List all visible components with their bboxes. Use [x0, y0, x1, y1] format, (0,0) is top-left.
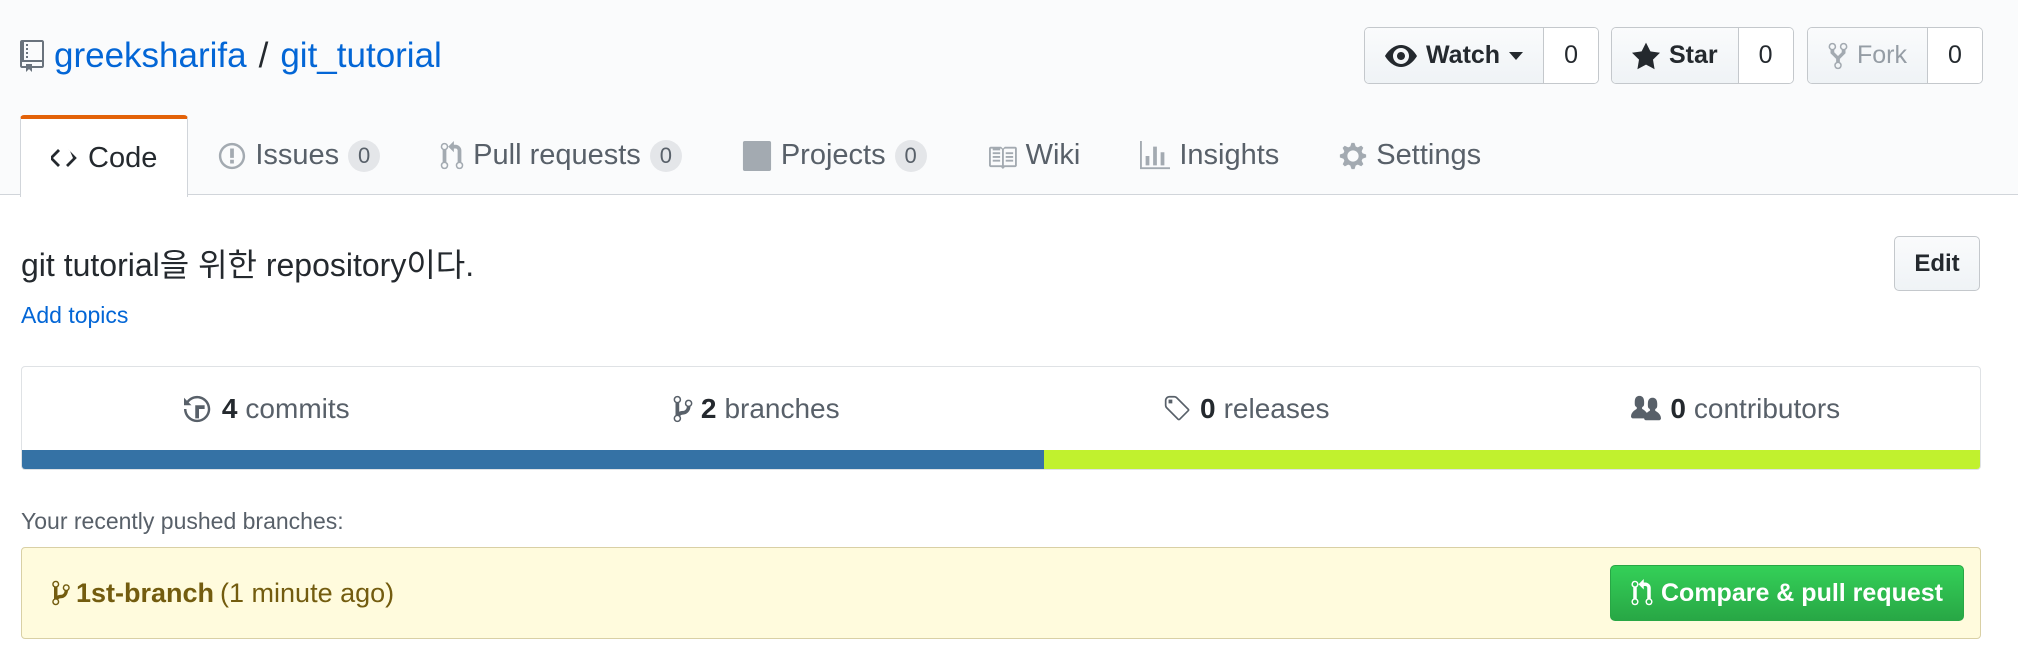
star-action: Star 0	[1611, 27, 1794, 84]
language-segment[interactable]	[1044, 450, 1980, 469]
caret-down-icon	[1509, 51, 1524, 60]
organization-icon	[1630, 394, 1662, 424]
fork-button-group: Fork 0	[1807, 27, 1983, 84]
tab-wiki[interactable]: Wiki	[957, 115, 1111, 196]
tab-issues-label: Issues	[255, 139, 340, 171]
tab-projects-counter: 0	[894, 139, 927, 172]
fork-action: Fork 0	[1807, 27, 1983, 84]
watch-button-group: Watch 0	[1364, 27, 1599, 84]
issue-opened-icon	[218, 141, 246, 171]
tab-pull-requests-counter: 0	[649, 139, 682, 172]
tab-issues-counter: 0	[348, 139, 381, 172]
tag-icon	[1162, 394, 1192, 424]
branches-label: branches	[724, 392, 840, 424]
branches-count: 2	[700, 392, 717, 424]
history-icon	[183, 394, 214, 424]
recent-branch-banner: 1st-branch (1 minute ago) Compare & pull…	[21, 547, 1981, 639]
recent-branch-name[interactable]: 1st-branch	[76, 578, 214, 609]
tab-code[interactable]: Code	[20, 115, 189, 197]
add-topics-link[interactable]: Add topics	[21, 302, 128, 329]
star-button-group: Star 0	[1611, 27, 1794, 84]
repo-owner-link[interactable]: greeksharifa	[54, 36, 247, 76]
tab-settings-label: Settings	[1376, 139, 1482, 171]
watch-count[interactable]: 0	[1544, 28, 1598, 83]
repo-title: greeksharifa / git_tutorial	[20, 34, 442, 78]
fork-label: Fork	[1857, 41, 1907, 69]
git-branch-icon	[52, 579, 70, 607]
tab-projects-label: Projects	[780, 139, 886, 171]
graph-icon	[1140, 140, 1171, 171]
tab-issues[interactable]: Issues 0	[188, 115, 410, 196]
fork-count[interactable]: 0	[1928, 28, 1982, 83]
tab-code-label: Code	[88, 141, 158, 174]
tab-pull-requests-label: Pull requests	[473, 139, 641, 171]
commits-link[interactable]: 4 commits	[22, 367, 512, 450]
star-icon	[1632, 42, 1660, 70]
eye-icon	[1385, 44, 1417, 67]
numbers-summary: 4 commits 2 branches 0 releases 0 contri…	[21, 366, 1981, 470]
watch-button[interactable]: Watch	[1365, 28, 1545, 83]
repo-name-link[interactable]: git_tutorial	[280, 36, 441, 76]
tab-projects[interactable]: Projects 0	[712, 115, 957, 196]
tab-insights[interactable]: Insights	[1110, 115, 1309, 196]
star-button[interactable]: Star	[1612, 28, 1739, 83]
git-pull-request-icon	[1631, 579, 1653, 607]
gear-icon	[1339, 141, 1367, 171]
fork-button[interactable]: Fork	[1808, 28, 1928, 83]
compare-pull-request-button[interactable]: Compare & pull request	[1610, 565, 1964, 621]
recent-branch-info: 1st-branch (1 minute ago)	[52, 548, 394, 638]
contributors-label: contributors	[1693, 392, 1841, 424]
tab-settings[interactable]: Settings	[1309, 115, 1511, 196]
tab-pull-requests[interactable]: Pull requests 0	[410, 115, 712, 196]
project-icon	[742, 140, 772, 171]
numbers-summary-row: 4 commits 2 branches 0 releases 0 contri…	[22, 367, 1980, 450]
book-icon	[987, 143, 1017, 169]
commits-label: commits	[245, 392, 350, 424]
watch-label: Watch	[1426, 41, 1501, 69]
git-branch-icon	[673, 394, 693, 424]
contributors-link[interactable]: 0 contributors	[1491, 367, 1981, 450]
releases-label: releases	[1223, 392, 1330, 424]
compare-pull-request-label: Compare & pull request	[1661, 578, 1943, 607]
commits-count: 4	[221, 392, 238, 424]
tab-wiki-label: Wiki	[1025, 139, 1081, 171]
star-count[interactable]: 0	[1738, 28, 1793, 83]
recent-branch-time: (1 minute ago)	[220, 577, 395, 608]
edit-description-button[interactable]: Edit	[1894, 236, 1980, 291]
watch-action: Watch 0	[1364, 27, 1599, 84]
repo-description: git tutorial을 위한 repository이다.	[21, 247, 475, 283]
repo-nav-tabs: Code Issues 0 Pull requests 0 Projects 0	[20, 115, 1511, 197]
code-icon	[51, 147, 79, 169]
branches-link[interactable]: 2 branches	[512, 367, 1002, 450]
releases-count: 0	[1200, 392, 1216, 424]
releases-link[interactable]: 0 releases	[1001, 367, 1491, 450]
repository-language-bar[interactable]	[22, 450, 1980, 469]
language-segment[interactable]	[22, 450, 1045, 469]
contributors-count: 0	[1670, 392, 1686, 424]
repo-icon	[20, 40, 44, 72]
repo-title-separator: /	[258, 36, 269, 75]
repo-header: greeksharifa / git_tutorial Watch 0 Star…	[0, 0, 2018, 197]
recent-branches-label: Your recently pushed branches:	[21, 508, 344, 534]
tab-insights-label: Insights	[1179, 139, 1280, 171]
git-pull-request-icon	[440, 140, 464, 171]
repo-forked-icon	[1828, 41, 1848, 71]
star-label: Star	[1669, 41, 1718, 69]
